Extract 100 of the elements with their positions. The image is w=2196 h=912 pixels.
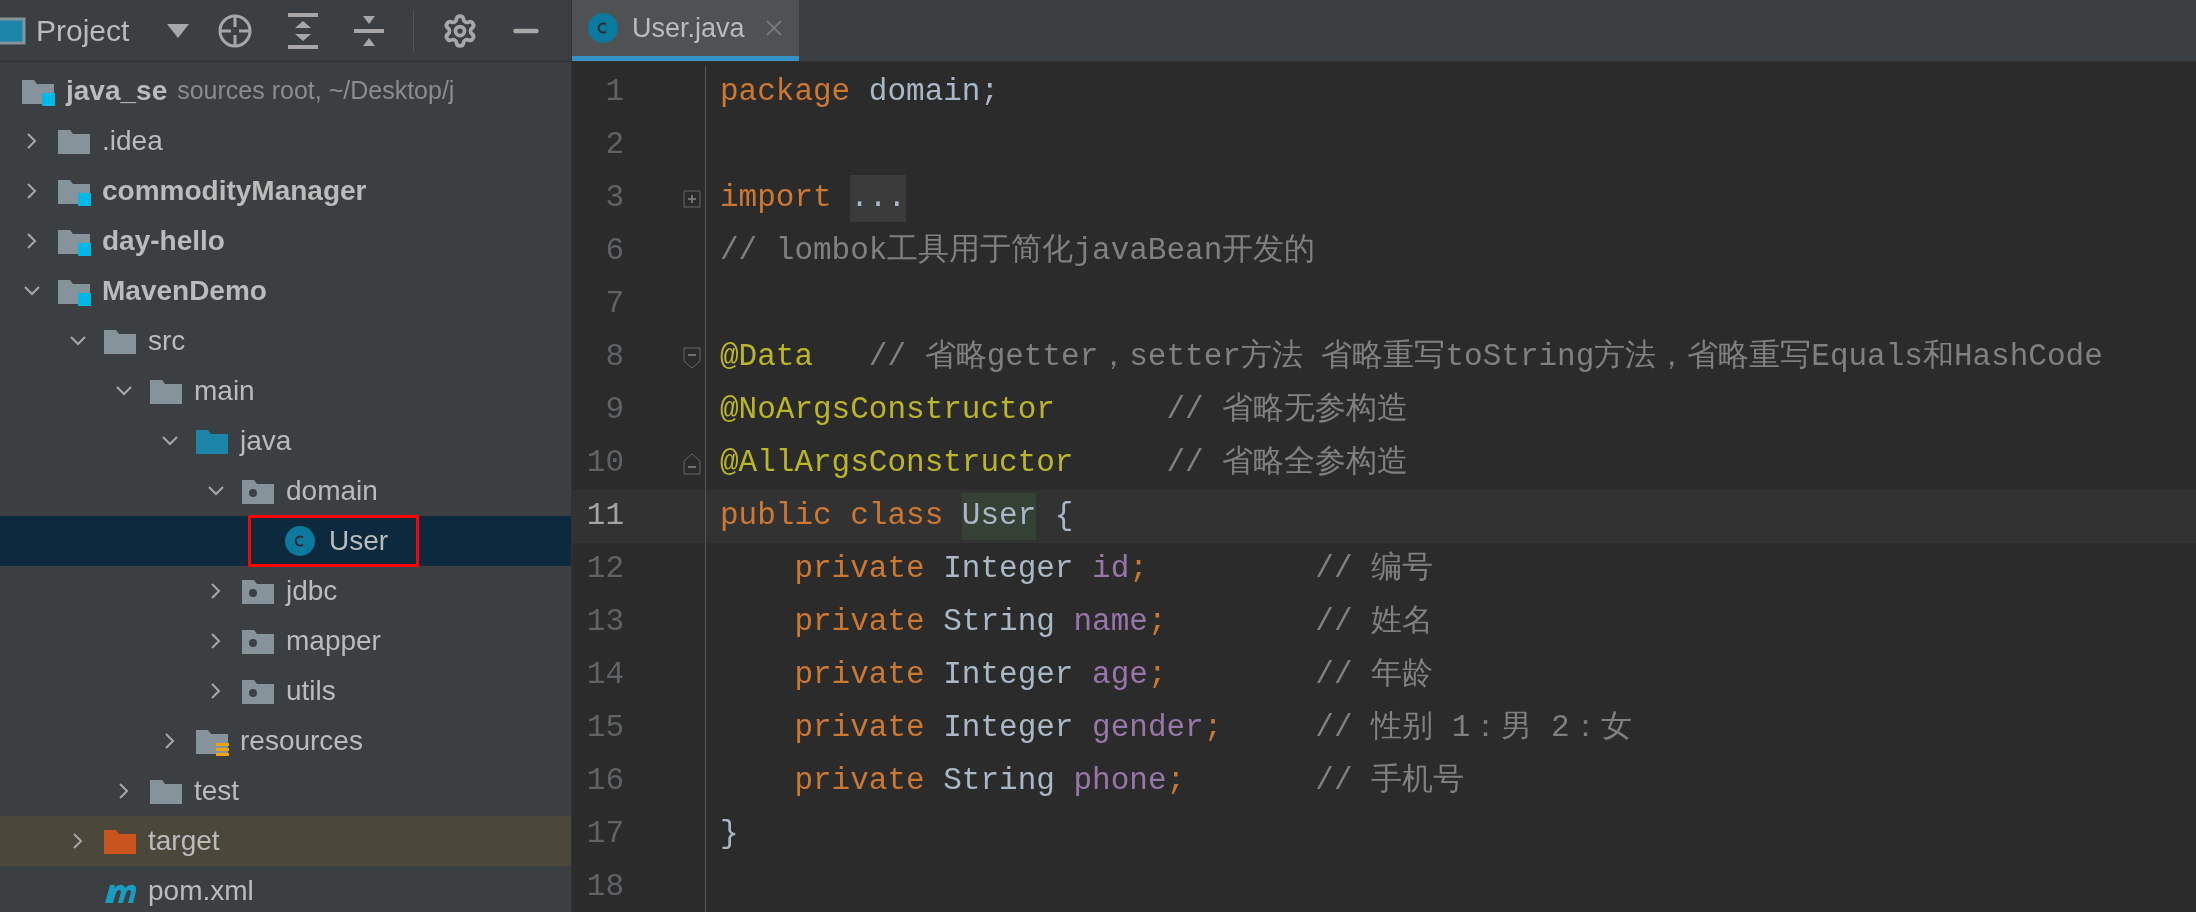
tree-row[interactable]: day-hello (0, 216, 571, 266)
line-number: 3 (604, 179, 624, 218)
line-number: 9 (604, 391, 624, 430)
dropdown-caret-icon[interactable] (167, 23, 190, 38)
line-number: 14 (585, 656, 624, 695)
tree-row[interactable]: commodityManager (0, 166, 571, 216)
code-keyword: private (794, 656, 925, 695)
tree-item-label: day-hello (102, 224, 225, 258)
expand-all-icon[interactable] (287, 12, 320, 49)
code-keyword: ; (1147, 603, 1167, 642)
tree-item-label: User (329, 524, 389, 558)
tree-row[interactable]: .idea (0, 116, 571, 166)
tree-row[interactable]: utils (0, 666, 571, 716)
code-keyword: ; (1166, 762, 1186, 801)
line-number: 18 (585, 868, 624, 907)
tree-item-label: utils (286, 674, 336, 708)
code-plain: Integer (942, 709, 1075, 748)
line-number: 17 (585, 815, 624, 854)
tree-item-label: commodityManager (102, 174, 367, 208)
tree-item-label: java (240, 424, 292, 458)
tree-item-label: java_se (66, 74, 168, 108)
class-icon (285, 526, 315, 556)
tree-row[interactable]: resources (0, 716, 571, 766)
code-comment: // 省略无参构造 (1165, 391, 1409, 430)
code-annotation: @AllArgsConstructor (720, 444, 1074, 483)
code-comment: // lombok工具用于简化javaBean开发的 (720, 232, 1316, 271)
code-usage: User (961, 493, 1037, 540)
tree-item-label: test (194, 774, 240, 808)
line-number: 13 (585, 603, 624, 642)
tree-item-hint: sources root, ~/Desktop/j (177, 75, 455, 107)
code-field: phone (1073, 758, 1167, 805)
code-keyword: ; (1147, 656, 1167, 695)
tree-row[interactable]: src (0, 316, 571, 366)
tree-item-label: src (148, 324, 186, 358)
tree-row[interactable]: target (0, 816, 571, 866)
code-keyword: ; (1203, 709, 1223, 748)
tab-label: User.java (632, 11, 745, 45)
code-keyword: private (794, 550, 925, 589)
tree-item-label: pom.xml (148, 874, 254, 908)
editor-tab[interactable]: User.java (572, 0, 799, 61)
code-field: name (1073, 599, 1148, 646)
line-number: 8 (604, 338, 624, 377)
line-number: 12 (585, 550, 624, 589)
code-folded: ... (850, 175, 907, 222)
tree-row[interactable]: domain (0, 466, 571, 516)
code-field: age (1092, 652, 1148, 699)
code-keyword: private (794, 603, 925, 642)
crosshair-icon[interactable] (217, 12, 254, 49)
fold-start-icon[interactable] (683, 346, 701, 369)
code-plain: domain; (867, 73, 1000, 112)
tree-row[interactable]: MavenDemo (0, 266, 571, 316)
tree-item-label: main (194, 374, 255, 408)
tree-row[interactable]: pom.xml (0, 866, 571, 912)
tree-row[interactable]: java (0, 416, 571, 466)
line-number: 1 (604, 73, 624, 112)
code-plain: String (942, 603, 1056, 642)
code-comment: // 姓名 (1314, 603, 1434, 642)
code-comment: // 性别 1：男 2：女 (1314, 709, 1632, 748)
code-plain: { (1053, 497, 1074, 536)
code-keyword: private (794, 709, 925, 748)
tree-row[interactable]: test (0, 766, 571, 816)
line-number: 11 (585, 497, 624, 536)
tree-row[interactable]: User (0, 516, 571, 566)
line-number: 2 (604, 126, 624, 165)
fold-plus-icon[interactable] (683, 189, 701, 208)
tree-item-label: target (148, 824, 220, 858)
code-comment: // 年龄 (1314, 656, 1434, 695)
code-field: id (1092, 546, 1130, 593)
tree-row[interactable]: main (0, 366, 571, 416)
code-keyword: public class (720, 497, 945, 536)
tree-item-label: MavenDemo (102, 274, 267, 308)
window-icon (0, 15, 26, 46)
code-annotation: @NoArgsConstructor (720, 391, 1055, 430)
code-plain: String (942, 762, 1056, 801)
line-number: 6 (604, 232, 624, 271)
tree-row[interactable]: mapper (0, 616, 571, 666)
tree-item-label: mapper (286, 624, 381, 658)
tree-row[interactable]: java_se sources root, ~/Desktop/j (0, 66, 571, 116)
tree-row[interactable]: jdbc (0, 566, 571, 616)
code-plain: } (720, 815, 739, 854)
code-annotation: @Data (720, 338, 813, 377)
line-number: 16 (585, 762, 624, 801)
tree-item-label: jdbc (286, 574, 338, 608)
code-keyword: import (720, 179, 833, 218)
code-plain: Integer (942, 656, 1075, 695)
tree-item-label: .idea (102, 124, 163, 158)
code-field: gender (1092, 705, 1204, 752)
code-keyword: package (720, 73, 851, 112)
panel-title[interactable]: Project (36, 8, 130, 53)
code-plain: Integer (942, 550, 1075, 589)
code-comment: // 手机号 (1314, 762, 1465, 801)
code-comment: // 省略全参构造 (1165, 444, 1409, 483)
code-keyword: ; (1129, 550, 1148, 589)
line-number: 7 (604, 285, 624, 324)
line-number: 15 (585, 709, 624, 748)
code-comment: // 编号 (1314, 550, 1434, 589)
fold-end-icon[interactable] (683, 452, 701, 475)
tree-item-label: domain (286, 474, 378, 508)
class-icon (588, 13, 618, 43)
line-number: 10 (585, 444, 624, 483)
